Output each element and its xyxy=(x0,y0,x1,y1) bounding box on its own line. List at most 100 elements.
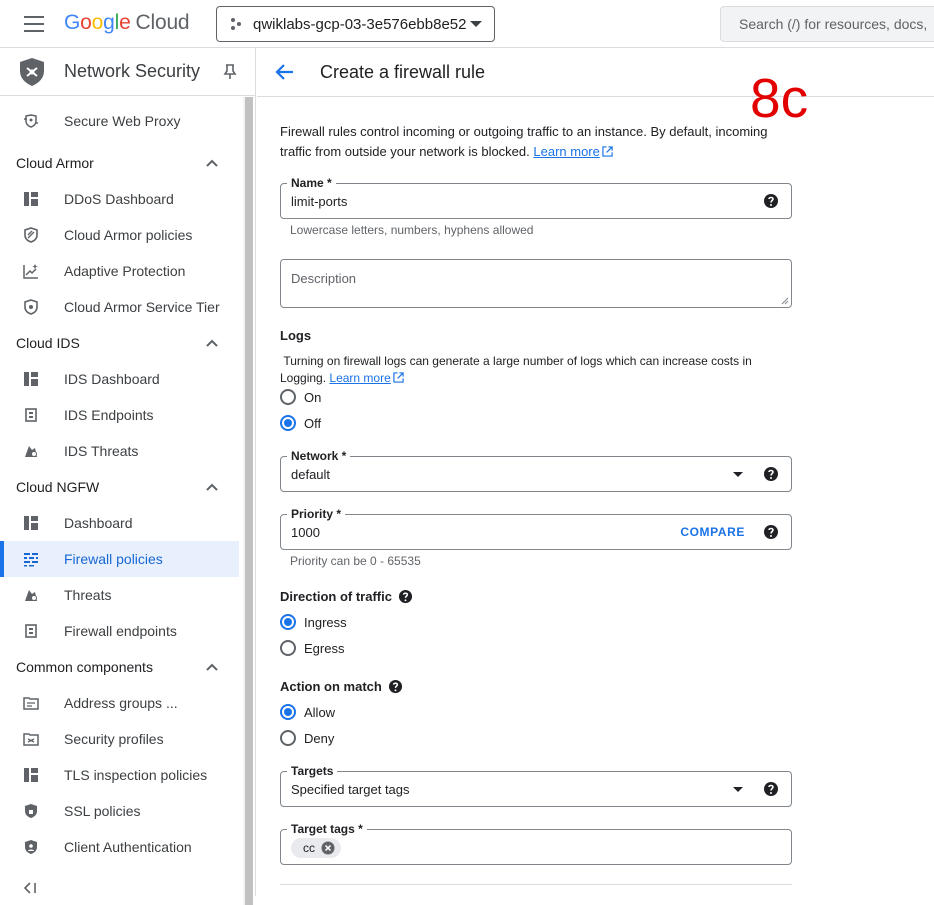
help-icon[interactable] xyxy=(388,679,403,694)
help-icon[interactable] xyxy=(763,781,779,797)
deny-radio[interactable]: Deny xyxy=(280,730,334,746)
sidebar-item-cloud-armor-service-tier[interactable]: Cloud Armor Service Tier xyxy=(0,289,242,325)
main-menu-icon[interactable] xyxy=(24,16,44,32)
intro-text-block: Firewall rules control incoming or outgo… xyxy=(280,122,790,162)
section-cloud-ids[interactable]: Cloud IDS xyxy=(0,325,242,361)
dropdown-arrow-icon xyxy=(733,787,743,792)
ingress-radio[interactable]: Ingress xyxy=(280,614,347,630)
network-select[interactable]: Network * default xyxy=(280,449,792,492)
sidebar-item-cloud-armor-policies[interactable]: Cloud Armor policies xyxy=(0,217,242,253)
target-tags-label: Target tags * xyxy=(287,822,367,836)
section-title: Common components xyxy=(16,659,153,675)
search-input[interactable] xyxy=(739,16,931,32)
radio-button[interactable] xyxy=(280,730,296,746)
compare-button[interactable]: COMPARE xyxy=(680,525,745,539)
back-arrow-icon[interactable] xyxy=(275,62,295,82)
sidebar-item-ids-endpoints[interactable]: IDS Endpoints xyxy=(0,397,242,433)
security-profile-icon xyxy=(22,730,40,748)
top-bar: Google Cloud qwiklabs-gcp-03-3e576ebb8e52 xyxy=(0,0,934,48)
priority-hint: Priority can be 0 - 65535 xyxy=(290,554,421,568)
resize-handle-icon[interactable] xyxy=(781,297,789,305)
collapse-sidebar-button[interactable] xyxy=(23,881,38,897)
name-hint: Lowercase letters, numbers, hyphens allo… xyxy=(290,223,534,237)
sidebar-item-label: Firewall endpoints xyxy=(64,623,177,639)
sidebar-item-ddos-dashboard[interactable]: DDoS Dashboard xyxy=(0,181,242,217)
sidebar-item-label: Threats xyxy=(64,587,112,603)
sidebar-item-dashboard[interactable]: Dashboard xyxy=(0,505,242,541)
name-field[interactable]: Name * limit-ports xyxy=(280,176,792,219)
sidebar-scrollbar[interactable] xyxy=(243,97,253,905)
radio-button[interactable] xyxy=(280,389,296,405)
sidebar-item-label: Dashboard xyxy=(64,515,133,531)
help-icon[interactable] xyxy=(398,589,413,604)
sidebar-item-label: IDS Dashboard xyxy=(64,371,160,387)
priority-field[interactable]: Priority * 1000 COMPARE xyxy=(280,507,792,550)
target-tags-field[interactable]: Target tags * cc xyxy=(280,822,792,865)
sidebar-item-label: Adaptive Protection xyxy=(64,263,186,279)
ssl-shield-icon xyxy=(22,802,40,820)
sidebar-item-adaptive-protection[interactable]: Adaptive Protection xyxy=(0,253,242,289)
targets-label: Targets xyxy=(287,764,338,778)
radio-label: Deny xyxy=(304,730,335,746)
logs-on-radio[interactable]: On xyxy=(280,389,321,405)
shield-tier-icon xyxy=(22,298,40,316)
sidebar-item-ids-dashboard[interactable]: IDS Dashboard xyxy=(0,361,242,397)
page-title: Create a firewall rule xyxy=(320,62,486,82)
sidebar-item-ssl-policies[interactable]: SSL policies xyxy=(0,793,242,829)
radio-button-selected[interactable] xyxy=(280,704,296,720)
project-picker[interactable]: qwiklabs-gcp-03-3e576ebb8e52 xyxy=(216,6,495,42)
section-cloud-ngfw[interactable]: Cloud NGFW xyxy=(0,469,242,505)
section-cloud-armor[interactable]: Cloud Armor xyxy=(0,145,242,181)
help-icon[interactable] xyxy=(763,524,779,540)
radio-button[interactable] xyxy=(280,640,296,656)
radio-button-selected[interactable] xyxy=(280,415,296,431)
sidebar-item-firewall-endpoints[interactable]: Firewall endpoints xyxy=(0,613,242,649)
collapse-icon xyxy=(23,882,36,894)
egress-radio[interactable]: Egress xyxy=(280,640,344,656)
project-icon xyxy=(231,18,241,30)
sidebar-nav: Secure Web Proxy Cloud Armor DDoS Dashbo… xyxy=(0,97,242,865)
help-icon[interactable] xyxy=(763,193,779,209)
dashboard-icon xyxy=(22,514,40,532)
scrollbar-thumb[interactable] xyxy=(245,97,253,905)
remove-chip-icon[interactable] xyxy=(321,841,335,855)
direction-title: Direction of traffic xyxy=(280,589,413,604)
description-field[interactable]: Description xyxy=(280,259,792,308)
divider xyxy=(280,884,792,885)
sidebar-item-ids-threats[interactable]: IDS Threats xyxy=(0,433,242,469)
allow-radio[interactable]: Allow xyxy=(280,704,335,720)
name-input[interactable]: limit-ports xyxy=(291,194,347,209)
sidebar-item-label: Security profiles xyxy=(64,731,164,747)
search-box[interactable] xyxy=(720,6,934,42)
sidebar-item-address-groups[interactable]: Address groups ... xyxy=(0,685,242,721)
dashboard-icon xyxy=(22,190,40,208)
radio-button-selected[interactable] xyxy=(280,614,296,630)
dropdown-arrow-icon xyxy=(733,472,743,477)
sidebar-item-label: IDS Threats xyxy=(64,443,139,459)
logs-title: Logs xyxy=(280,328,312,343)
sidebar-item-secure-web-proxy[interactable]: Secure Web Proxy xyxy=(0,97,242,145)
threat-icon xyxy=(22,586,40,604)
section-title: Cloud Armor xyxy=(16,155,94,171)
sidebar-item-firewall-policies[interactable]: Firewall policies xyxy=(0,541,239,577)
help-icon[interactable] xyxy=(763,466,779,482)
pin-icon[interactable] xyxy=(223,64,237,80)
google-cloud-logo[interactable]: Google Cloud xyxy=(64,11,190,35)
logs-learn-more-link[interactable]: Learn more xyxy=(329,371,390,385)
section-common-components[interactable]: Common components xyxy=(0,649,242,685)
network-label: Network * xyxy=(287,449,351,463)
client-auth-shield-icon xyxy=(22,838,40,856)
priority-input[interactable]: 1000 xyxy=(291,525,320,540)
radio-label: Off xyxy=(304,415,322,431)
threat-icon xyxy=(22,442,40,460)
sidebar-item-security-profiles[interactable]: Security profiles xyxy=(0,721,242,757)
shield-policy-icon xyxy=(22,226,40,244)
sidebar-item-tls-inspection-policies[interactable]: TLS inspection policies xyxy=(0,757,242,793)
sidebar-item-label: IDS Endpoints xyxy=(64,407,154,423)
learn-more-link[interactable]: Learn more xyxy=(533,144,599,159)
project-name: qwiklabs-gcp-03-3e576ebb8e52 xyxy=(253,15,467,33)
sidebar-item-threats[interactable]: Threats xyxy=(0,577,242,613)
targets-select[interactable]: Targets Specified target tags xyxy=(280,764,792,807)
sidebar-item-client-authentication[interactable]: Client Authentication xyxy=(0,829,242,865)
logs-off-radio[interactable]: Off xyxy=(280,415,321,431)
